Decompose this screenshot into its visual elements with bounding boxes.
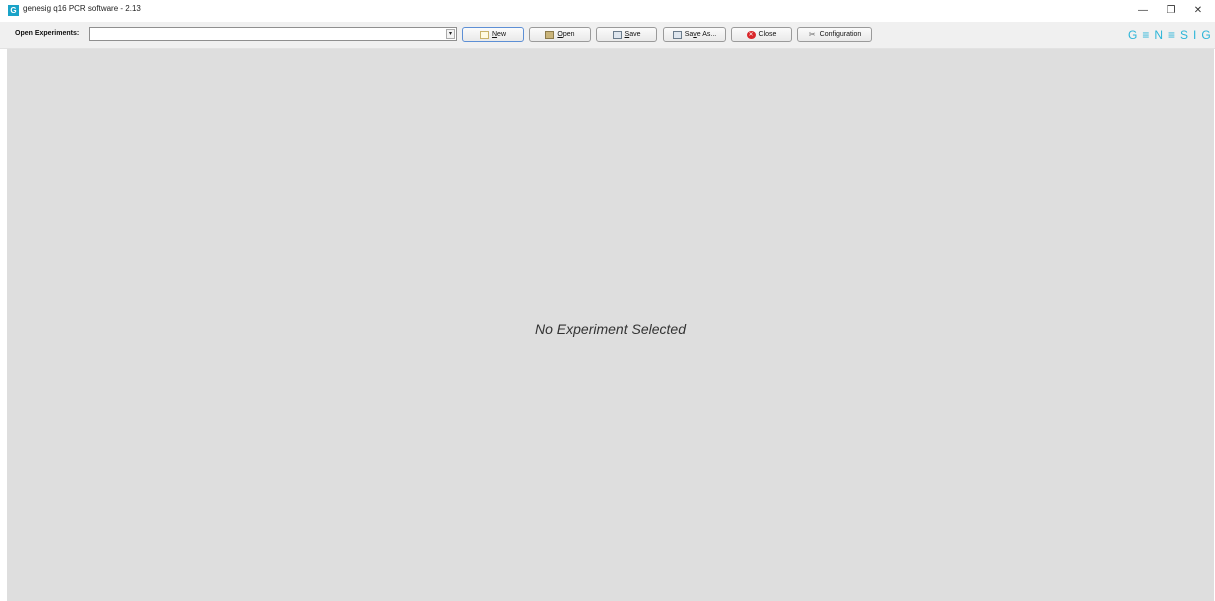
configuration-button[interactable]: ✂ Configuration: [797, 27, 872, 42]
open-button[interactable]: Open: [529, 27, 591, 42]
open-experiments-label: Open Experiments:: [15, 30, 80, 37]
chevron-down-icon[interactable]: ▾: [446, 29, 455, 39]
save-as-label-rest: e As...: [696, 31, 717, 38]
close-window-button[interactable]: ✕: [1185, 0, 1211, 20]
new-document-icon: [479, 30, 489, 39]
floppy-disk-icon: [672, 30, 682, 39]
toolbar: Open Experiments: ▾ New Open Save Sa v e A…: [0, 22, 1215, 49]
save-button-label: ave: [629, 31, 641, 38]
window-title: genesig q16 PCR software - 2.13: [23, 4, 141, 13]
floppy-disk-icon: [612, 30, 622, 39]
close-circle-icon: ✕: [746, 30, 756, 39]
folder-icon: [545, 30, 555, 39]
configuration-button-label: Configuration: [819, 31, 862, 38]
save-button[interactable]: Save: [596, 27, 657, 42]
experiment-workspace: No Experiment Selected: [7, 49, 1214, 601]
new-button-label: ew: [497, 31, 506, 38]
genesig-logo: G≡N≡SIG: [1128, 28, 1215, 42]
close-experiment-button[interactable]: ✕ Close: [731, 27, 792, 42]
new-button[interactable]: New: [462, 27, 524, 42]
close-button-label: Close: [758, 31, 777, 38]
no-experiment-message: No Experiment Selected: [535, 321, 686, 337]
open-button-label: pen: [562, 31, 575, 38]
app-window: G genesig q16 PCR software - 2.13 — ❐ ✕ …: [0, 0, 1215, 601]
save-as-button[interactable]: Sa v e As...: [663, 27, 726, 42]
minimize-button[interactable]: —: [1130, 0, 1156, 20]
title-bar[interactable]: G genesig q16 PCR software - 2.13 — ❐ ✕: [0, 0, 1215, 22]
app-icon: G: [8, 5, 19, 16]
open-experiments-combo[interactable]: ▾: [89, 27, 457, 41]
maximize-button[interactable]: ❐: [1158, 0, 1184, 20]
save-as-label-start: Sa: [684, 31, 694, 38]
tools-icon: ✂: [808, 29, 816, 39]
